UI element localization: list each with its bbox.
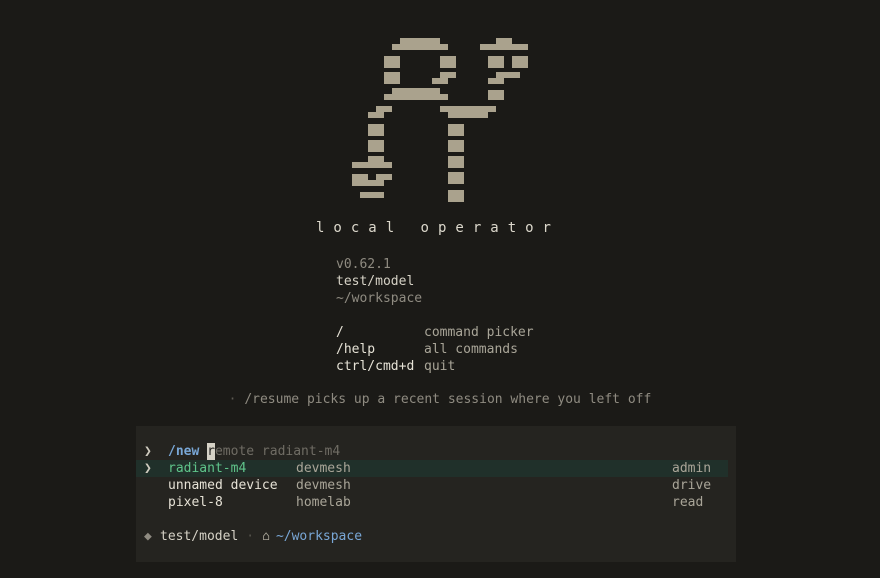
device-network: devmesh xyxy=(296,461,351,476)
device-name: radiant-m4 xyxy=(168,461,247,476)
command-help-list: / command picker /help all commands ctrl… xyxy=(336,324,534,375)
command-input[interactable]: ❯ /new r emote radiant-m4 xyxy=(144,443,340,460)
command-key: ctrl/cmd+d xyxy=(336,359,415,374)
home-icon: ⌂ xyxy=(262,529,270,544)
device-row[interactable]: unnamed device devmesh drive xyxy=(136,477,736,494)
version-label: v0.62.1 xyxy=(336,257,391,272)
status-model: test/model xyxy=(160,529,239,544)
status-workspace-path: ~/workspace xyxy=(275,529,363,544)
input-panel: ❯ /new r emote radiant-m4 ❯ radiant-m4 d… xyxy=(136,426,736,562)
model-diamond-icon: ◆ xyxy=(144,529,152,544)
command-description: all commands xyxy=(424,342,518,357)
device-row[interactable]: ❯ radiant-m4 devmesh admin xyxy=(136,460,728,477)
workspace-label: ~/workspace xyxy=(336,291,423,306)
tip-line: · /resume picks up a recent session wher… xyxy=(0,392,880,407)
device-role: drive xyxy=(672,478,712,493)
device-row[interactable]: pixel-8 homelab read xyxy=(136,494,736,511)
autocomplete-ghost-text: emote radiant-m4 xyxy=(214,444,341,459)
device-suggestion-list: ❯ radiant-m4 devmesh admin unnamed devic… xyxy=(136,460,736,511)
command-description: command picker xyxy=(424,325,534,340)
model-label: test/model xyxy=(336,274,415,289)
prompt-chevron-icon: ❯ xyxy=(144,444,152,459)
device-network: devmesh xyxy=(296,478,351,493)
session-info: v0.62.1 test/model ~/workspace xyxy=(336,256,422,307)
command-key: / xyxy=(336,325,344,340)
status-bar: ◆ test/model · ⌂ ~/workspace xyxy=(144,528,362,545)
device-name: pixel-8 xyxy=(168,495,223,510)
app-title: local operator xyxy=(315,220,560,236)
text-cursor: r xyxy=(207,443,215,460)
status-separator: · xyxy=(246,529,255,544)
command-help-row: ctrl/cmd+d quit xyxy=(336,358,534,375)
input-command: /new xyxy=(168,444,200,459)
logo-ascii-art xyxy=(352,38,528,202)
device-name: unnamed device xyxy=(168,478,278,493)
command-help-row: / command picker xyxy=(336,324,534,341)
command-description: quit xyxy=(424,359,456,374)
device-network: homelab xyxy=(296,495,351,510)
device-role: admin xyxy=(672,461,712,476)
tip-text: /resume picks up a recent session where … xyxy=(244,392,652,407)
terminal-screen: local operator v0.62.1 test/model ~/work… xyxy=(0,0,880,578)
command-help-row: /help all commands xyxy=(336,341,534,358)
tip-bullet: · xyxy=(228,392,237,407)
command-key: /help xyxy=(336,342,376,357)
selection-chevron-icon: ❯ xyxy=(144,461,152,476)
device-role: read xyxy=(672,495,704,510)
